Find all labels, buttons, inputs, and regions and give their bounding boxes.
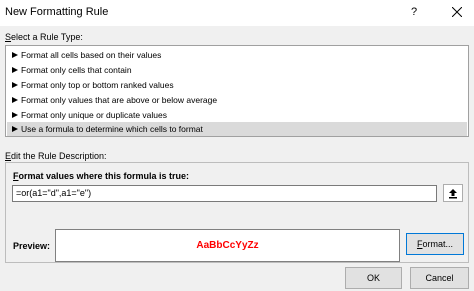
- formula-input[interactable]: =or(a1="d",a1="e"): [12, 185, 437, 202]
- rule-type-item-selected[interactable]: Use a formula to determine which cells t…: [7, 122, 467, 136]
- arrow-right-icon: [12, 97, 18, 103]
- rule-type-item[interactable]: Format only values that are above or bel…: [7, 93, 467, 107]
- formula-label: Format values where this formula is true…: [13, 171, 190, 181]
- preview-label: Preview:: [13, 241, 51, 251]
- rule-type-item[interactable]: Format only unique or duplicate values: [7, 108, 467, 122]
- format-button[interactable]: Format...: [406, 233, 464, 255]
- cancel-button[interactable]: Cancel: [410, 267, 469, 289]
- arrow-right-icon: [12, 67, 18, 73]
- collapse-dialog-button[interactable]: [443, 184, 463, 202]
- rule-type-label: Select a Rule Type:: [5, 32, 83, 42]
- rule-type-item[interactable]: Format only top or bottom ranked values: [7, 78, 467, 92]
- arrow-right-icon: [12, 112, 18, 118]
- title-bar: New Formatting Rule ?: [0, 0, 474, 26]
- rule-description-panel: Format values where this formula is true…: [5, 162, 469, 263]
- rule-type-item[interactable]: Format all cells based on their values: [7, 48, 467, 62]
- ok-button[interactable]: OK: [345, 267, 402, 289]
- preview-box: AaBbCcYyZz: [55, 229, 400, 262]
- preview-sample-text: AaBbCcYyZz: [196, 240, 259, 251]
- close-button[interactable]: [440, 0, 474, 24]
- rule-type-item[interactable]: Format only cells that contain: [7, 63, 467, 77]
- close-icon: [451, 6, 463, 18]
- arrow-right-icon: [12, 126, 18, 132]
- help-button[interactable]: ?: [403, 0, 425, 24]
- arrow-right-icon: [12, 52, 18, 58]
- rule-description-label: Edit the Rule Description:: [5, 151, 107, 161]
- range-select-icon: [449, 189, 457, 199]
- rule-type-list[interactable]: Format all cells based on their values F…: [5, 45, 469, 137]
- arrow-right-icon: [12, 82, 18, 88]
- dialog-title: New Formatting Rule: [5, 6, 109, 18]
